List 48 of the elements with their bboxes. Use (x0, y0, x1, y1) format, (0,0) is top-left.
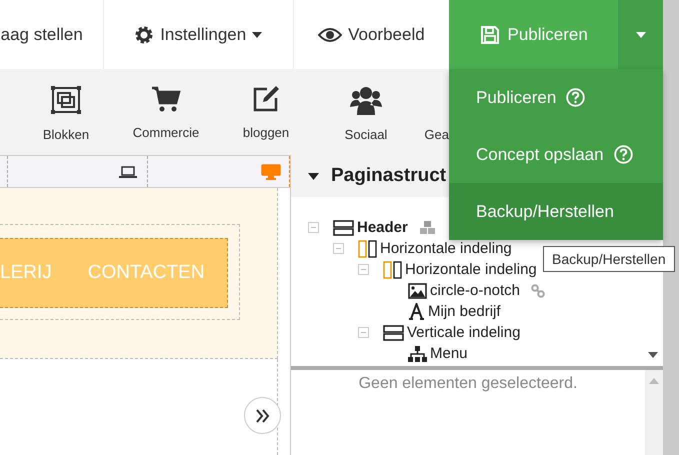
help-icon[interactable] (566, 88, 586, 107)
tree-toggle-icon[interactable] (308, 222, 319, 233)
scroll-down-icon[interactable] (648, 352, 658, 358)
caret-icon (308, 172, 319, 180)
sitemap-icon (408, 346, 427, 362)
scrollbar[interactable] (663, 0, 679, 455)
toolbar-button[interactable]: Gea (416, 69, 449, 155)
desktop-icon[interactable] (261, 164, 281, 180)
image-icon (408, 282, 427, 298)
tree-item[interactable]: Menu (430, 345, 468, 362)
caret-icon (252, 32, 262, 38)
eye-icon (318, 26, 342, 42)
tree-item[interactable]: Horizontale indeling (405, 261, 537, 278)
rows-layout-icon (333, 220, 354, 236)
tree-toggle-icon[interactable] (358, 327, 369, 338)
tree-toggle-icon[interactable] (333, 243, 344, 254)
top-menu-button[interactable]: Voorbeeld (318, 0, 425, 69)
double-chevron-icon (254, 408, 270, 422)
tree-item[interactable]: Horizontale indeling (380, 240, 512, 257)
tooltip: Backup/Herstellen (543, 246, 675, 272)
empty-selection-text: Geen elementen geselecteerd. (358, 374, 578, 394)
tree-item[interactable]: Verticale indeling (407, 324, 520, 341)
tree-toggle-icon[interactable] (358, 264, 369, 275)
toolbar-button[interactable]: bloggen (216, 69, 316, 155)
cart-icon (151, 85, 181, 113)
font-icon (408, 303, 425, 320)
top-menu-button[interactable]: aag stellen (0, 0, 103, 69)
columns-layout-icon (383, 260, 402, 278)
scroll-up-icon[interactable] (649, 378, 659, 384)
caret-icon (636, 32, 646, 38)
blocks-icon (50, 85, 82, 115)
top-menu-button[interactable]: Instellingen (134, 0, 262, 69)
columns-layout-icon (358, 240, 377, 258)
gear-icon (134, 24, 154, 44)
toolbar-button[interactable]: Blokken (16, 69, 116, 155)
help-icon[interactable] (614, 145, 633, 164)
tree-item[interactable]: Header (357, 219, 408, 236)
edit-icon (251, 85, 281, 113)
publish-dropdown-button[interactable] (618, 0, 663, 69)
expand-button[interactable] (244, 397, 281, 434)
laptop-icon[interactable] (119, 166, 137, 178)
toolbar-button[interactable]: Sociaal (316, 69, 416, 155)
users-icon (349, 85, 383, 115)
rows-layout-icon (383, 324, 404, 340)
tree-item[interactable]: Mijn bedrijf (428, 303, 501, 320)
toolbar-button[interactable]: Commercie (116, 69, 216, 155)
tree-item[interactable]: circle-o-notch (430, 282, 520, 299)
dropdown-option[interactable]: Backup/Herstellen (449, 183, 663, 240)
